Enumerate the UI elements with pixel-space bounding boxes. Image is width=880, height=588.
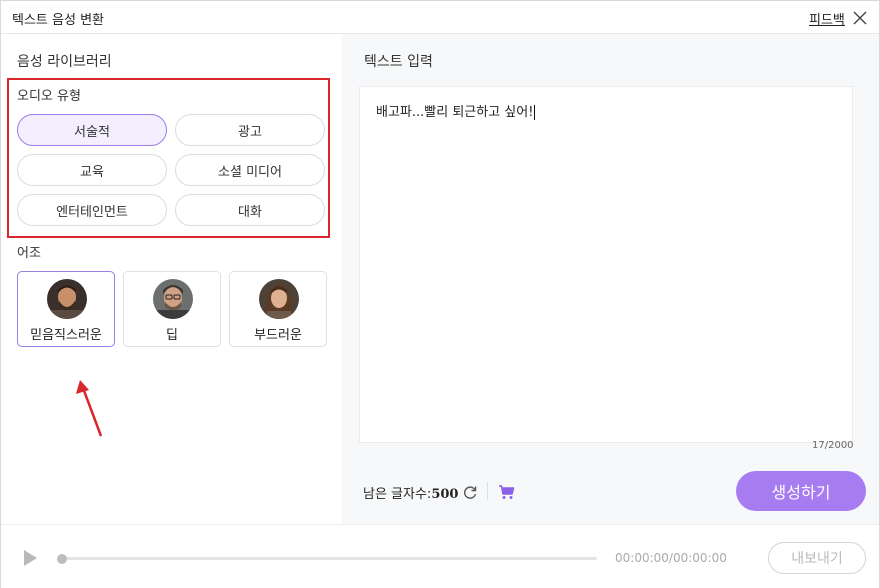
tone-label: 어조 <box>17 246 41 261</box>
text-to-speech-window: 텍스트 음성 변환 피드백 음성 라이브러리 오디오 유형 서술적 광고 교육 … <box>0 0 880 588</box>
tone-name: 믿음직스러운 <box>30 328 102 343</box>
text-input-panel: 텍스트 입력 배고파...빨리 퇴근하고 싶어! 17/2000 남은 글자수:… <box>342 34 879 524</box>
playback-progress-slider[interactable] <box>57 554 597 564</box>
tone-card-trustworthy[interactable]: 믿음직스러운 <box>17 271 115 347</box>
window-title: 텍스트 음성 변환 <box>12 13 104 28</box>
avatar <box>47 279 87 319</box>
annotation-arrow-icon <box>76 380 103 437</box>
tone-card-deep[interactable]: 딥 <box>123 271 221 347</box>
feedback-link[interactable]: 피드백 <box>809 9 845 28</box>
remaining-characters: 남은 글자수:500 <box>363 487 459 502</box>
character-counter: 17/2000 <box>812 440 854 451</box>
progress-knob[interactable] <box>57 554 67 564</box>
text-input-value[interactable]: 배고파...빨리 퇴근하고 싶어! <box>376 101 536 120</box>
audio-type-social-media[interactable]: 소셜 미디어 <box>175 154 325 186</box>
export-button[interactable]: 내보내기 <box>768 542 866 574</box>
play-icon[interactable] <box>21 549 39 567</box>
text-input-title: 텍스트 입력 <box>364 54 433 70</box>
tone-card-soft[interactable]: 부드러운 <box>229 271 327 347</box>
avatar <box>153 279 193 319</box>
voice-library-panel: 음성 라이브러리 오디오 유형 서술적 광고 교육 소셜 미디어 엔터테인먼트 … <box>1 34 342 524</box>
tone-name: 딥 <box>166 328 178 343</box>
refresh-icon[interactable] <box>462 484 478 500</box>
progress-track <box>57 557 597 560</box>
audio-type-education[interactable]: 교육 <box>17 154 167 186</box>
text-input-area[interactable]: 배고파...빨리 퇴근하고 싶어! <box>359 86 853 443</box>
audio-type-label: 오디오 유형 <box>17 89 81 104</box>
audio-type-narrative[interactable]: 서술적 <box>17 114 167 146</box>
audio-player: 00:00:00/00:00:00 내보내기 <box>1 524 879 588</box>
remaining-characters-value: 500 <box>431 487 459 502</box>
text-caret <box>534 105 536 120</box>
audio-type-ad[interactable]: 광고 <box>175 114 325 146</box>
generate-button[interactable]: 생성하기 <box>736 471 866 511</box>
audio-type-conversation[interactable]: 대화 <box>175 194 325 226</box>
divider <box>487 482 488 500</box>
close-icon[interactable] <box>852 10 868 26</box>
playback-time: 00:00:00/00:00:00 <box>615 551 727 565</box>
cart-icon[interactable] <box>498 484 515 500</box>
audio-type-entertainment[interactable]: 엔터테인먼트 <box>17 194 167 226</box>
avatar <box>259 279 299 319</box>
tone-name: 부드러운 <box>254 328 302 343</box>
voice-library-title: 음성 라이브러리 <box>17 54 112 70</box>
title-bar: 텍스트 음성 변환 피드백 <box>1 1 879 34</box>
